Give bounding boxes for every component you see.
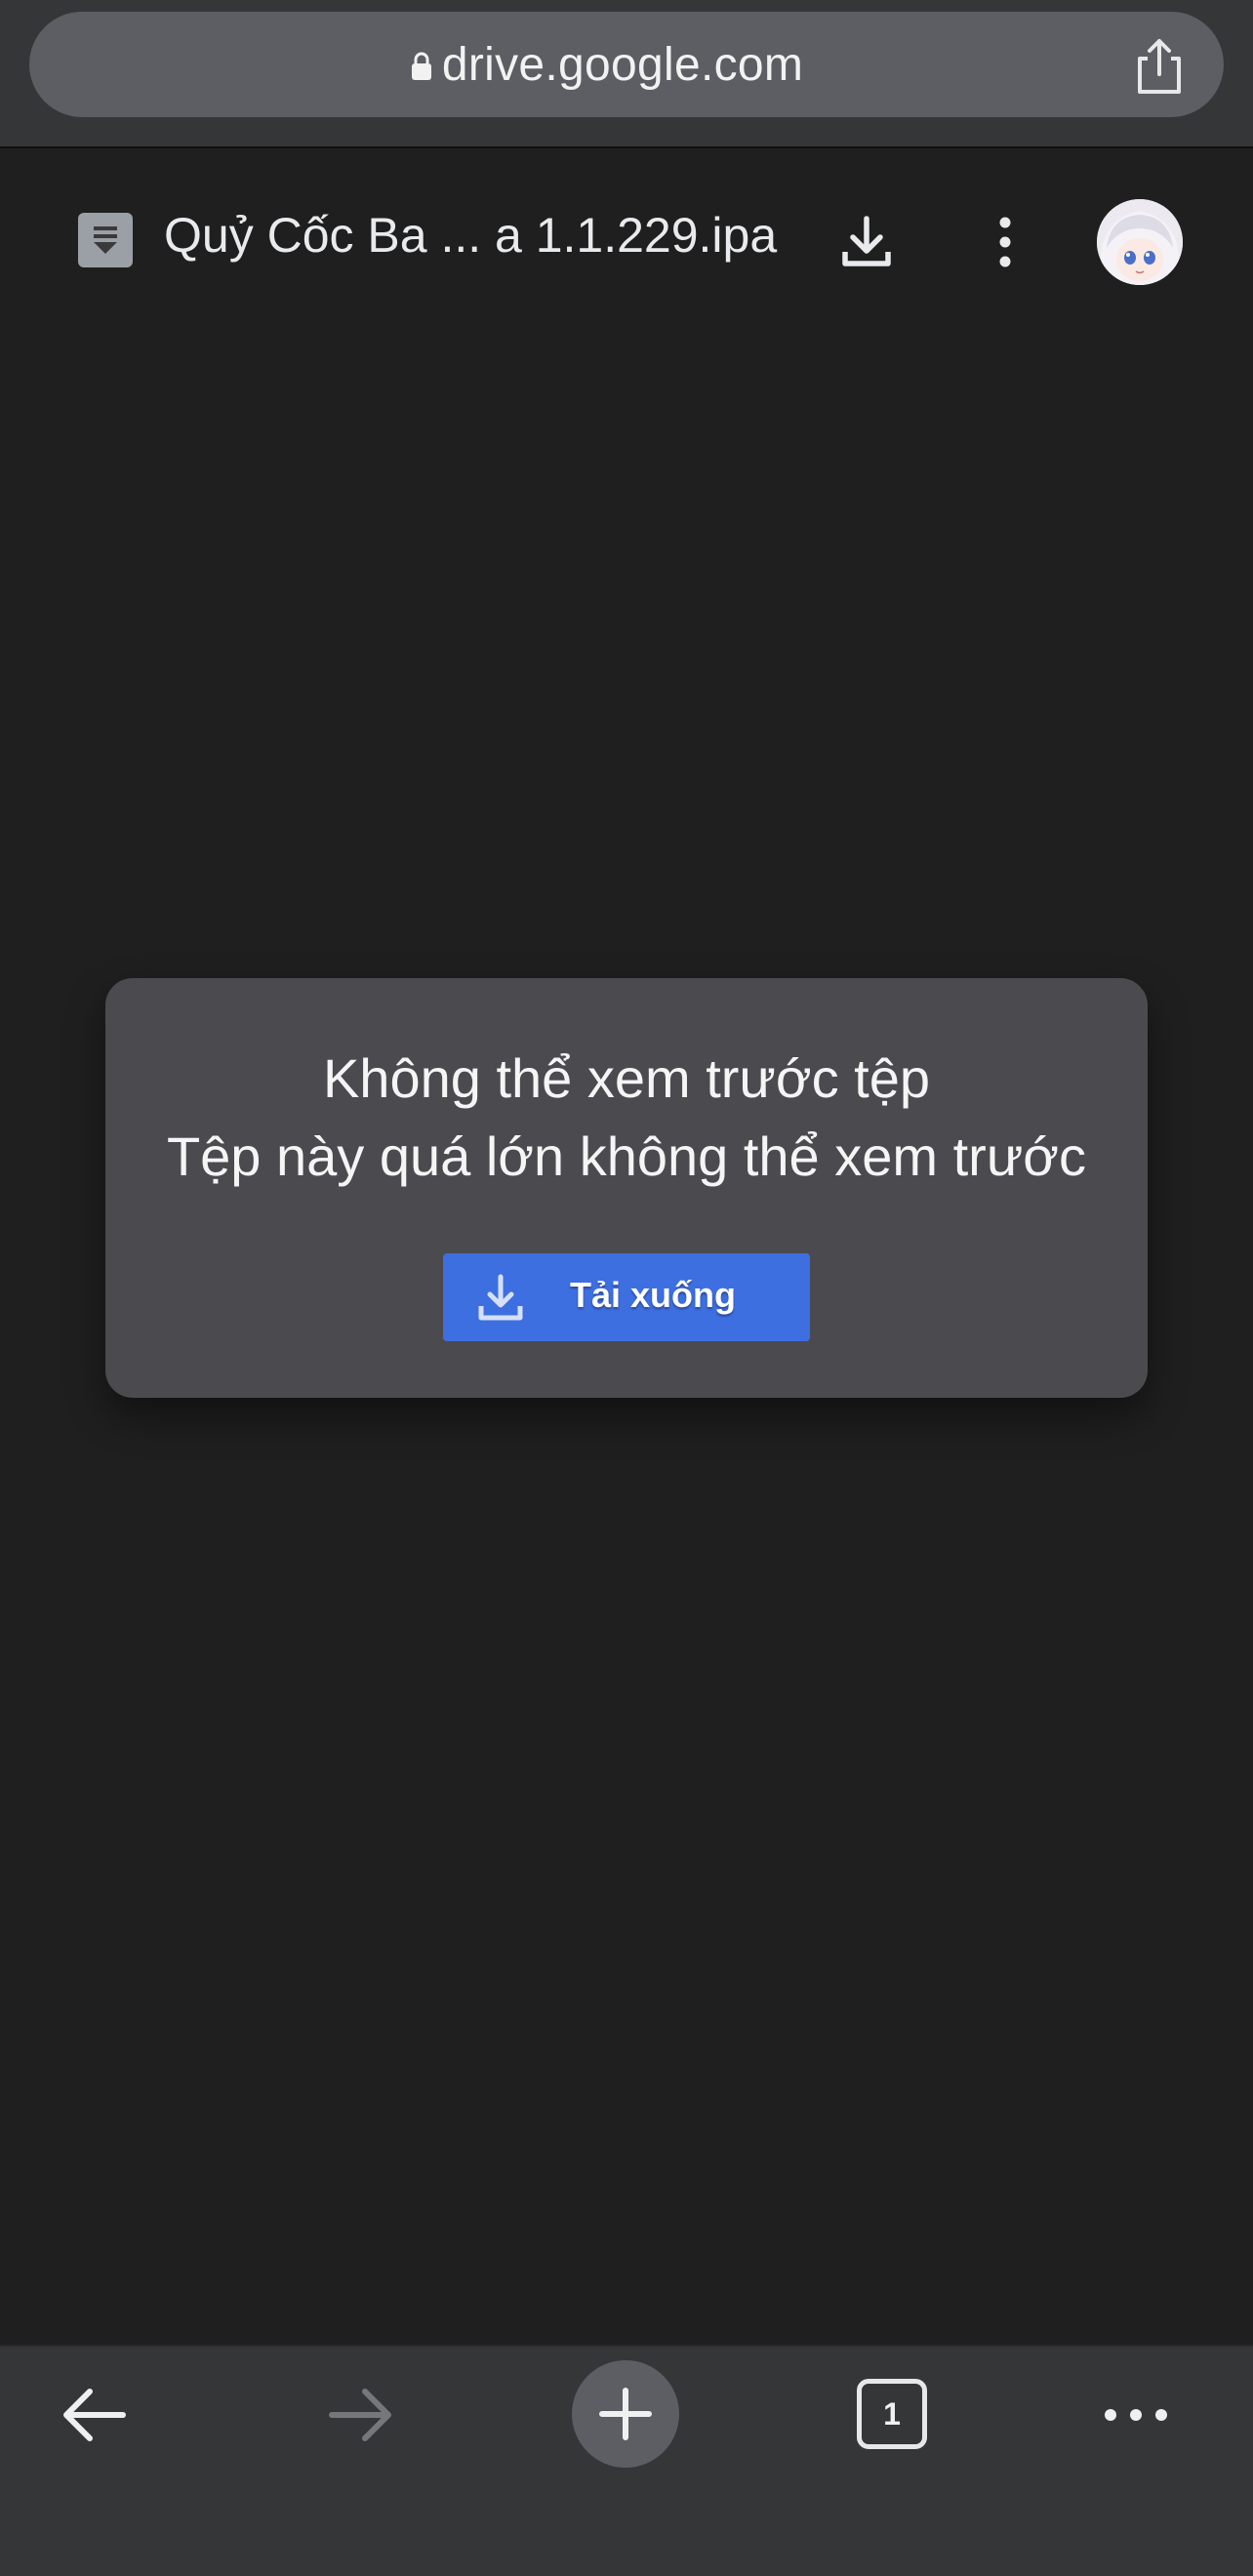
lock-icon	[411, 52, 432, 81]
download-button-label: Tải xuống	[570, 1275, 736, 1315]
plus-icon	[599, 2388, 652, 2440]
tabs-icon[interactable]: 1	[857, 2379, 927, 2449]
share-icon[interactable]	[1132, 37, 1187, 96]
url-wrap: drive.google.com	[411, 38, 803, 92]
more-horiz-icon[interactable]	[1101, 2395, 1171, 2434]
file-icon	[78, 213, 133, 267]
file-title: Quỷ Cốc Ba ... a 1.1.229.ipa	[164, 208, 778, 263]
forward-arrow-icon[interactable]	[326, 2386, 396, 2444]
browser-bottom-toolbar: 1	[0, 2345, 1253, 2576]
preview-subtitle: Tệp này quá lớn không thể xem trước	[166, 1125, 1087, 1187]
address-bar[interactable]: drive.google.com	[29, 12, 1224, 117]
download-icon[interactable]	[837, 213, 896, 271]
preview-unavailable-card: Không thể xem trước tệp Tệp này quá lớn …	[105, 978, 1148, 1398]
drive-file-header: Quỷ Cốc Ba ... a 1.1.229.ipa	[0, 148, 1253, 334]
tab-count: 1	[883, 2395, 901, 2432]
new-tab-button[interactable]	[572, 2360, 679, 2468]
avatar[interactable]	[1097, 199, 1183, 285]
browser-top-bar: drive.google.com	[0, 0, 1253, 148]
preview-title: Không thể xem trước tệp	[322, 1047, 931, 1109]
more-vert-icon[interactable]	[988, 213, 1023, 271]
download-button[interactable]: Tải xuống	[443, 1253, 810, 1341]
url-text: drive.google.com	[441, 38, 804, 91]
download-icon	[476, 1273, 525, 1324]
back-arrow-icon[interactable]	[59, 2386, 129, 2444]
